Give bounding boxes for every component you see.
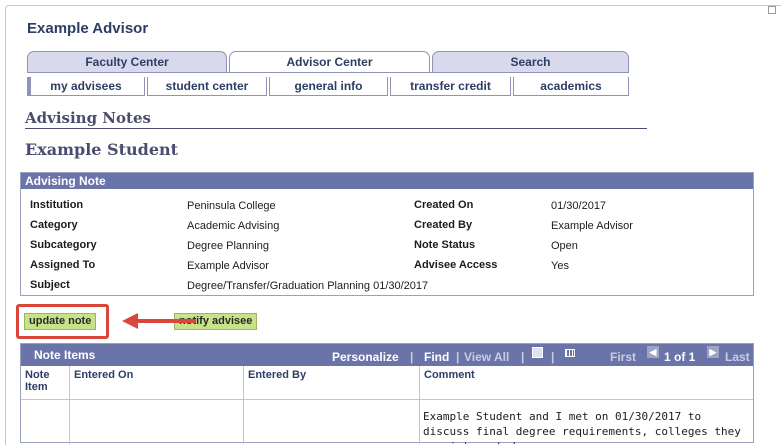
- find-link[interactable]: Find: [424, 350, 449, 364]
- subcategory-label: Subcategory: [30, 239, 97, 251]
- created-on-label: Created On: [414, 199, 474, 211]
- assigned-to-value: Example Advisor: [187, 260, 269, 272]
- tab-search[interactable]: Search: [432, 51, 629, 72]
- download-icon[interactable]: [532, 347, 543, 358]
- subject-value: Degree/Transfer/Graduation Planning 01/3…: [187, 280, 429, 292]
- table-cell: [244, 400, 420, 444]
- personalize-link[interactable]: Personalize: [332, 350, 399, 364]
- institution-value: Peninsula College: [187, 200, 276, 212]
- subtab-my-advisees[interactable]: my advisees: [27, 77, 145, 96]
- subcategory-value: Degree Planning: [187, 240, 269, 252]
- subtab-label: my advisees: [50, 79, 122, 93]
- comment-cell: Example Student and I met on 01/30/2017 …: [423, 410, 741, 444]
- section-rule: [25, 128, 647, 129]
- separator: |: [521, 350, 525, 364]
- note-status-value: Open: [551, 240, 578, 252]
- advisee-access-label: Advisee Access: [414, 259, 498, 271]
- table-cell: [21, 400, 70, 444]
- update-note-button[interactable]: update note: [24, 313, 97, 330]
- note-items-grid: Note Items Personalize | Find | View All…: [20, 343, 754, 444]
- page-range: 1 of 1: [664, 350, 696, 364]
- note-items-title: Note Items: [34, 348, 96, 362]
- subtab-marker: [28, 77, 31, 95]
- advising-note-header: Advising Note: [21, 173, 753, 189]
- prev-arrow-icon[interactable]: ◀: [647, 346, 659, 358]
- col-header-entered-on[interactable]: Entered On: [70, 366, 244, 400]
- first-link[interactable]: First: [610, 350, 636, 364]
- tab-advisor-center[interactable]: Advisor Center: [229, 51, 430, 73]
- institution-label: Institution: [30, 199, 84, 211]
- subtab-general-info[interactable]: general info: [269, 77, 388, 96]
- student-name: Example Student: [25, 140, 179, 159]
- advising-note-panel: Advising Note Institution Peninsula Coll…: [20, 172, 754, 296]
- created-on-value: 01/30/2017: [551, 200, 607, 212]
- maximize-icon[interactable]: [768, 6, 776, 14]
- tab-faculty-center[interactable]: Faculty Center: [27, 51, 227, 72]
- subtab-academics[interactable]: academics: [513, 77, 629, 96]
- subject-label: Subject: [30, 279, 70, 291]
- arrow-left-icon: [122, 313, 196, 329]
- col-header-entered-by[interactable]: Entered By: [244, 366, 420, 400]
- separator: |: [456, 350, 460, 364]
- table-cell: [70, 400, 244, 444]
- subtab-student-center[interactable]: student center: [147, 77, 267, 96]
- window-title: Example Advisor: [27, 20, 149, 37]
- last-link[interactable]: Last: [725, 350, 750, 364]
- created-by-label: Created By: [414, 219, 473, 231]
- col-header-note-item[interactable]: Note Item: [21, 366, 70, 400]
- separator: |: [410, 350, 414, 364]
- grid-icon[interactable]: [565, 349, 575, 357]
- advisee-access-value: Yes: [551, 260, 569, 272]
- category-value: Academic Advising: [187, 220, 280, 232]
- view-all-link[interactable]: View All: [464, 350, 509, 364]
- col-header-comment[interactable]: Comment: [420, 366, 753, 400]
- next-arrow-icon[interactable]: ▶: [707, 346, 719, 358]
- section-title: Advising Notes: [25, 109, 151, 127]
- note-items-header-bar: Note Items Personalize | Find | View All…: [21, 344, 753, 366]
- category-label: Category: [30, 219, 78, 231]
- tab-divider: [27, 72, 629, 73]
- created-by-value: Example Advisor: [551, 220, 633, 232]
- assigned-to-label: Assigned To: [30, 259, 96, 271]
- subtab-transfer-credit[interactable]: transfer credit: [390, 77, 511, 96]
- separator: |: [551, 350, 555, 364]
- note-status-label: Note Status: [414, 239, 476, 251]
